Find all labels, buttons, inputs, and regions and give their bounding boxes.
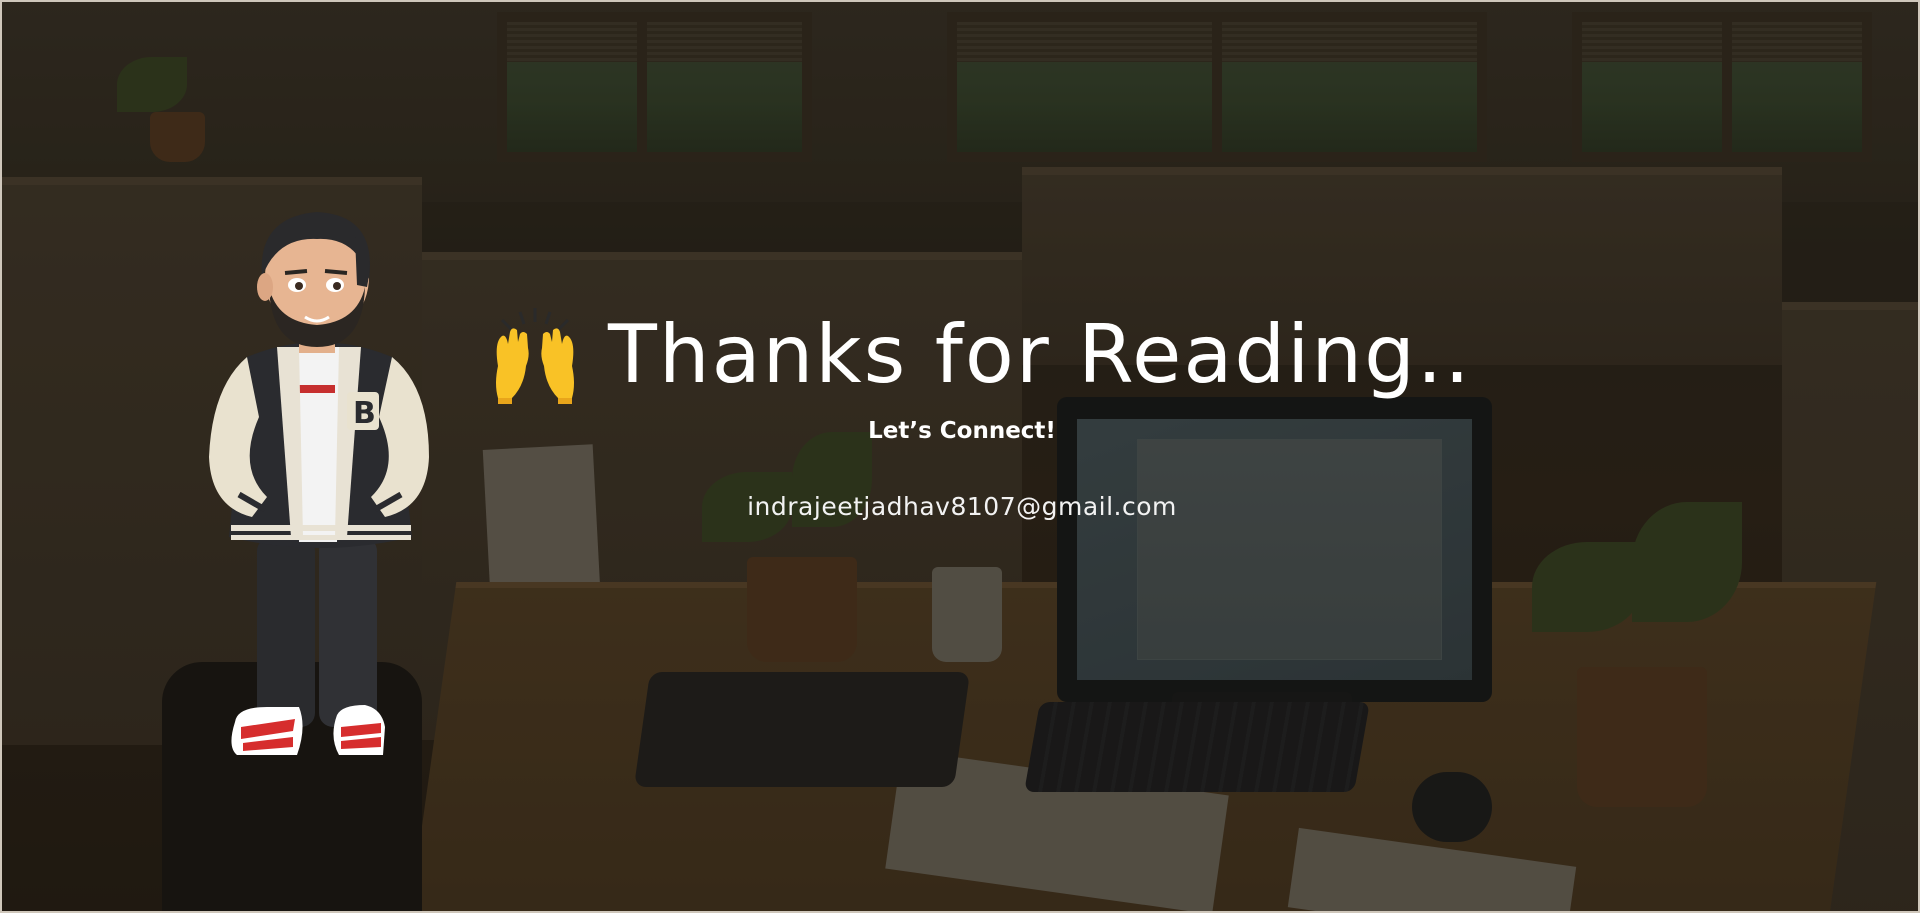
- avatar: B: [209, 212, 429, 755]
- contact-email[interactable]: indrajeetjadhav8107@gmail.com: [2, 492, 1918, 521]
- slide-title: Thanks for Reading..: [608, 307, 1472, 401]
- raising-hands-icon: [496, 308, 574, 404]
- title-row: Thanks for Reading..: [490, 294, 1472, 414]
- connect-heading: Let’s Connect!: [868, 418, 1056, 444]
- presentation-slide: B Thanks for Reading.. Let’s Connect! in…: [0, 0, 1920, 913]
